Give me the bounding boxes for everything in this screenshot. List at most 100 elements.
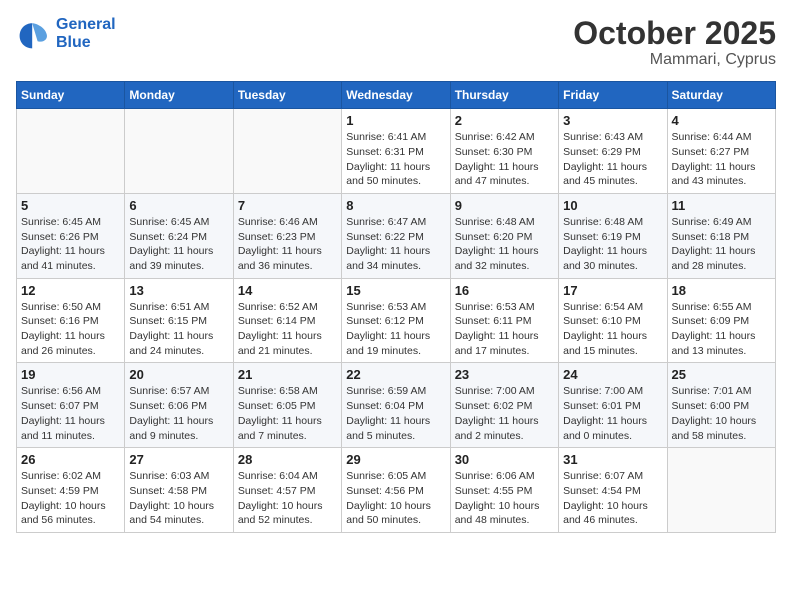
day-detail: Sunrise: 6:03 AM Sunset: 4:58 PM Dayligh… xyxy=(129,469,228,528)
day-number: 28 xyxy=(238,452,337,467)
day-detail: Sunrise: 6:41 AM Sunset: 6:31 PM Dayligh… xyxy=(346,130,445,189)
day-number: 18 xyxy=(672,283,771,298)
weekday-header-saturday: Saturday xyxy=(667,82,775,109)
week-row-3: 12Sunrise: 6:50 AM Sunset: 6:16 PM Dayli… xyxy=(17,278,776,363)
day-cell: 17 Sunrise: 6:54 AM Sunset: 6:10 PM Dayli… xyxy=(559,278,667,363)
day-number: 8 xyxy=(346,198,445,213)
day-number: 9 xyxy=(455,198,554,213)
day-cell: 27 Sunrise: 6:03 AM Sunset: 4:58 PM Dayli… xyxy=(125,448,233,533)
day-number: 24 xyxy=(563,367,662,382)
week-row-4: 19 Sunrise: 6:56 AM Sunset: 6:07 PM Dayli… xyxy=(17,363,776,448)
day-cell: 18 Sunrise: 6:55 AM Sunset: 6:09 PM Dayli… xyxy=(667,278,775,363)
day-detail: Sunrise: 6:48 AM Sunset: 6:19 PM Dayligh… xyxy=(563,215,662,274)
day-cell: 9Sunrise: 6:48 AM Sunset: 6:20 PM Daylig… xyxy=(450,193,558,278)
day-cell: 26 Sunrise: 6:02 AM Sunset: 4:59 PM Dayli… xyxy=(17,448,125,533)
day-cell: 19 Sunrise: 6:56 AM Sunset: 6:07 PM Dayli… xyxy=(17,363,125,448)
day-cell: 3Sunrise: 6:43 AM Sunset: 6:29 PM Daylig… xyxy=(559,109,667,194)
day-number: 6 xyxy=(129,198,228,213)
day-cell: 25 Sunrise: 7:01 AM Sunset: 6:00 PM Dayli… xyxy=(667,363,775,448)
day-number: 5 xyxy=(21,198,120,213)
day-number: 11 xyxy=(672,198,771,213)
day-detail: Sunrise: 6:46 AM Sunset: 6:23 PM Dayligh… xyxy=(238,215,337,274)
day-detail: Sunrise: 7:01 AM Sunset: 6:00 PM Dayligh… xyxy=(672,384,771,443)
day-number: 27 xyxy=(129,452,228,467)
day-cell: 8 Sunrise: 6:47 AM Sunset: 6:22 PM Daylig… xyxy=(342,193,450,278)
day-number: 13 xyxy=(129,283,228,298)
title-block: October 2025 Mammari, Cyprus xyxy=(573,16,776,69)
logo: General Blue xyxy=(16,16,116,52)
day-cell: 24 Sunrise: 7:00 AM Sunset: 6:01 PM Dayli… xyxy=(559,363,667,448)
day-cell: 6 Sunrise: 6:45 AM Sunset: 6:24 PM Daylig… xyxy=(125,193,233,278)
day-detail: Sunrise: 6:45 AM Sunset: 6:24 PM Dayligh… xyxy=(129,215,228,274)
day-detail: Sunrise: 7:00 AM Sunset: 6:01 PM Dayligh… xyxy=(563,384,662,443)
day-cell: 10 Sunrise: 6:48 AM Sunset: 6:19 PM Dayli… xyxy=(559,193,667,278)
day-detail: Sunrise: 6:52 AM Sunset: 6:14 PM Dayligh… xyxy=(238,300,337,359)
day-cell: 30 Sunrise: 6:06 AM Sunset: 4:55 PM Dayli… xyxy=(450,448,558,533)
day-detail: Sunrise: 6:47 AM Sunset: 6:22 PM Dayligh… xyxy=(346,215,445,274)
day-detail: Sunrise: 6:05 AM Sunset: 4:56 PM Dayligh… xyxy=(346,469,445,528)
day-number: 22 xyxy=(346,367,445,382)
location: Mammari, Cyprus xyxy=(573,51,776,69)
day-number: 19 xyxy=(21,367,120,382)
day-detail: Sunrise: 6:59 AM Sunset: 6:04 PM Dayligh… xyxy=(346,384,445,443)
weekday-header-thursday: Thursday xyxy=(450,82,558,109)
week-row-1: 1 Sunrise: 6:41 AM Sunset: 6:31 PM Daylig… xyxy=(17,109,776,194)
day-detail: Sunrise: 6:50 AM Sunset: 6:16 PM Dayligh… xyxy=(21,300,120,359)
day-cell xyxy=(125,109,233,194)
day-detail: Sunrise: 6:54 AM Sunset: 6:10 PM Dayligh… xyxy=(563,300,662,359)
day-cell: 31Sunrise: 6:07 AM Sunset: 4:54 PM Dayli… xyxy=(559,448,667,533)
day-cell xyxy=(17,109,125,194)
day-detail: Sunrise: 6:51 AM Sunset: 6:15 PM Dayligh… xyxy=(129,300,228,359)
day-number: 30 xyxy=(455,452,554,467)
day-number: 15 xyxy=(346,283,445,298)
day-cell: 15 Sunrise: 6:53 AM Sunset: 6:12 PM Dayli… xyxy=(342,278,450,363)
calendar-table: SundayMondayTuesdayWednesdayThursdayFrid… xyxy=(16,81,776,533)
day-number: 23 xyxy=(455,367,554,382)
day-detail: Sunrise: 6:04 AM Sunset: 4:57 PM Dayligh… xyxy=(238,469,337,528)
page-header: General Blue October 2025 Mammari, Cypru… xyxy=(16,16,776,69)
weekday-header-monday: Monday xyxy=(125,82,233,109)
day-detail: Sunrise: 6:45 AM Sunset: 6:26 PM Dayligh… xyxy=(21,215,120,274)
weekday-header-wednesday: Wednesday xyxy=(342,82,450,109)
day-cell: 23 Sunrise: 7:00 AM Sunset: 6:02 PM Dayli… xyxy=(450,363,558,448)
day-cell: 2 Sunrise: 6:42 AM Sunset: 6:30 PM Daylig… xyxy=(450,109,558,194)
day-number: 26 xyxy=(21,452,120,467)
month-title: October 2025 xyxy=(573,16,776,51)
week-row-5: 26 Sunrise: 6:02 AM Sunset: 4:59 PM Dayli… xyxy=(17,448,776,533)
day-detail: Sunrise: 6:53 AM Sunset: 6:11 PM Dayligh… xyxy=(455,300,554,359)
day-number: 16 xyxy=(455,283,554,298)
day-detail: Sunrise: 6:53 AM Sunset: 6:12 PM Dayligh… xyxy=(346,300,445,359)
day-detail: Sunrise: 6:56 AM Sunset: 6:07 PM Dayligh… xyxy=(21,384,120,443)
day-number: 14 xyxy=(238,283,337,298)
day-cell: 1 Sunrise: 6:41 AM Sunset: 6:31 PM Daylig… xyxy=(342,109,450,194)
day-cell: 21Sunrise: 6:58 AM Sunset: 6:05 PM Dayli… xyxy=(233,363,341,448)
day-number: 25 xyxy=(672,367,771,382)
day-number: 7 xyxy=(238,198,337,213)
day-number: 1 xyxy=(346,113,445,128)
day-detail: Sunrise: 6:42 AM Sunset: 6:30 PM Dayligh… xyxy=(455,130,554,189)
day-cell: 14 Sunrise: 6:52 AM Sunset: 6:14 PM Dayli… xyxy=(233,278,341,363)
day-number: 3 xyxy=(563,113,662,128)
day-cell: 13 Sunrise: 6:51 AM Sunset: 6:15 PM Dayli… xyxy=(125,278,233,363)
day-number: 20 xyxy=(129,367,228,382)
day-number: 2 xyxy=(455,113,554,128)
logo-text: General Blue xyxy=(56,16,116,52)
day-detail: Sunrise: 7:00 AM Sunset: 6:02 PM Dayligh… xyxy=(455,384,554,443)
day-cell: 5 Sunrise: 6:45 AM Sunset: 6:26 PM Daylig… xyxy=(17,193,125,278)
day-number: 10 xyxy=(563,198,662,213)
day-detail: Sunrise: 6:06 AM Sunset: 4:55 PM Dayligh… xyxy=(455,469,554,528)
day-detail: Sunrise: 6:55 AM Sunset: 6:09 PM Dayligh… xyxy=(672,300,771,359)
day-cell: 20 Sunrise: 6:57 AM Sunset: 6:06 PM Dayli… xyxy=(125,363,233,448)
day-detail: Sunrise: 6:57 AM Sunset: 6:06 PM Dayligh… xyxy=(129,384,228,443)
week-row-2: 5 Sunrise: 6:45 AM Sunset: 6:26 PM Daylig… xyxy=(17,193,776,278)
day-number: 17 xyxy=(563,283,662,298)
day-detail: Sunrise: 6:58 AM Sunset: 6:05 PM Dayligh… xyxy=(238,384,337,443)
day-detail: Sunrise: 6:02 AM Sunset: 4:59 PM Dayligh… xyxy=(21,469,120,528)
weekday-header-sunday: Sunday xyxy=(17,82,125,109)
weekday-header-row: SundayMondayTuesdayWednesdayThursdayFrid… xyxy=(17,82,776,109)
day-detail: Sunrise: 6:49 AM Sunset: 6:18 PM Dayligh… xyxy=(672,215,771,274)
day-cell: 28 Sunrise: 6:04 AM Sunset: 4:57 PM Dayli… xyxy=(233,448,341,533)
day-cell: 16 Sunrise: 6:53 AM Sunset: 6:11 PM Dayli… xyxy=(450,278,558,363)
day-cell: 4Sunrise: 6:44 AM Sunset: 6:27 PM Daylig… xyxy=(667,109,775,194)
day-detail: Sunrise: 6:44 AM Sunset: 6:27 PM Dayligh… xyxy=(672,130,771,189)
